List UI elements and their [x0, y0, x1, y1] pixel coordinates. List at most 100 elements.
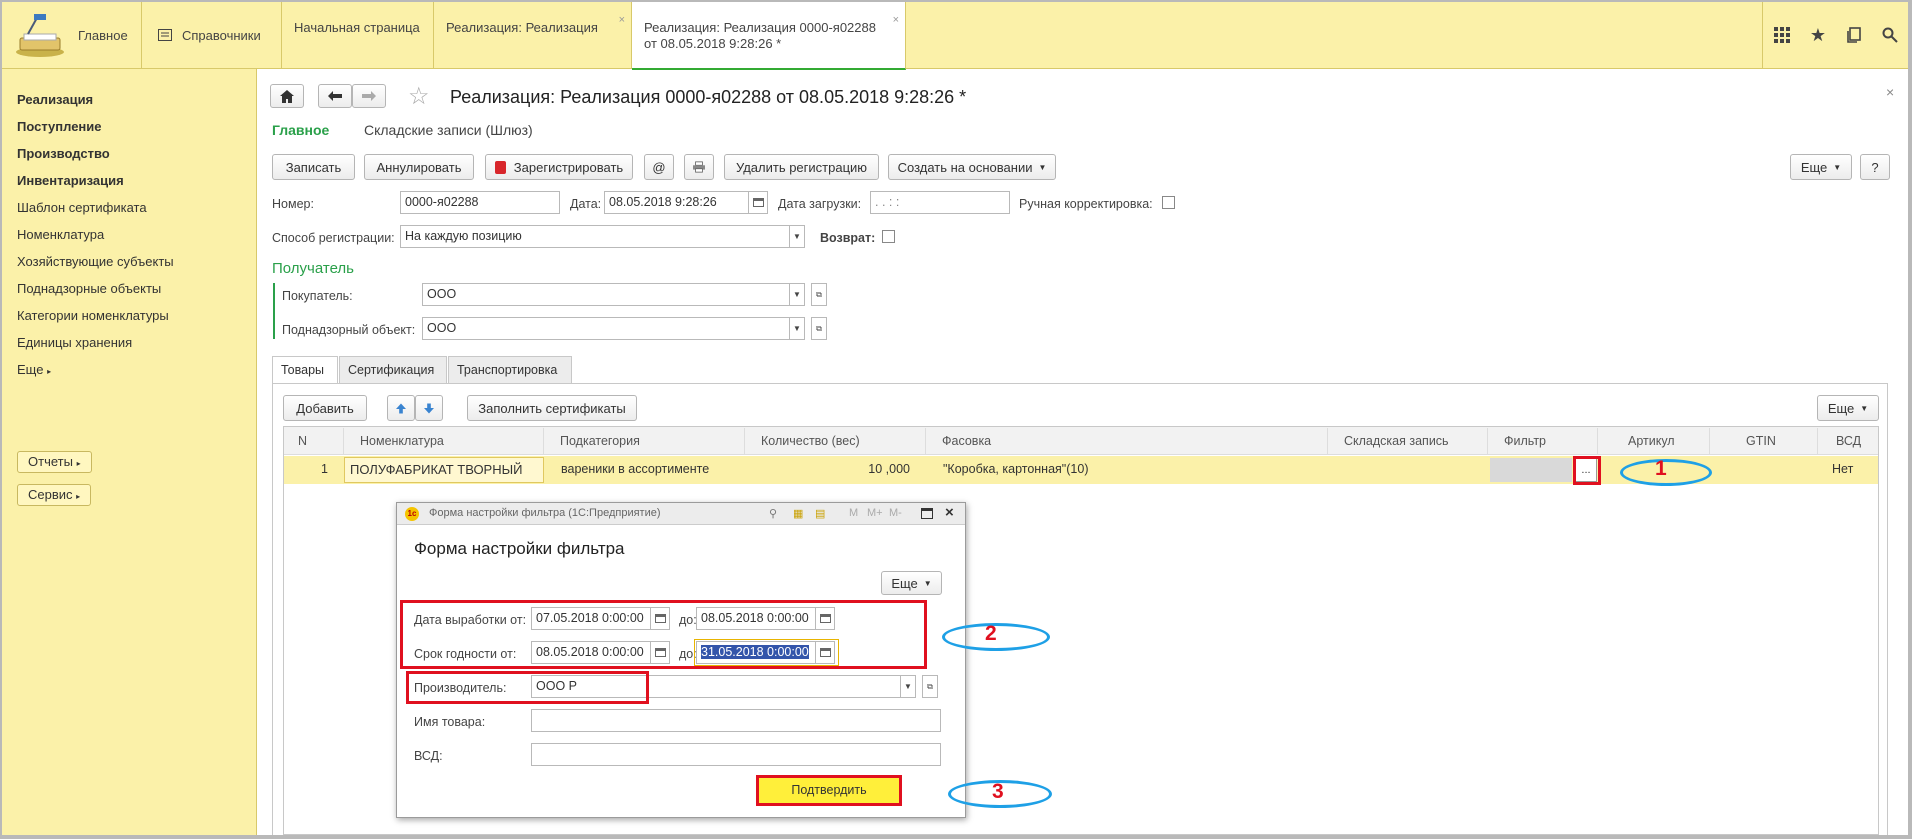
- number-input[interactable]: 0000-я02288: [400, 191, 560, 214]
- sidebar-item-receipts[interactable]: Поступление: [17, 119, 102, 134]
- sidebar-item-production[interactable]: Производство: [17, 146, 110, 161]
- sidebar-item-supervised-objects[interactable]: Поднадзорные объекты: [17, 281, 161, 296]
- column-header-nomenclature[interactable]: Номенклатура: [344, 428, 544, 454]
- service-button[interactable]: Сервис ▸: [17, 484, 92, 506]
- star-icon[interactable]: ★: [1800, 2, 1836, 68]
- supervised-object-input[interactable]: ООО: [422, 317, 790, 340]
- sidebar-item-nomenclature-categories[interactable]: Категории номенклатуры: [17, 308, 169, 323]
- column-header-article[interactable]: Артикул: [1598, 428, 1710, 454]
- memory-minus-icon[interactable]: M-: [889, 507, 902, 519]
- move-down-button[interactable]: [415, 395, 443, 421]
- help-button[interactable]: ?: [1860, 154, 1890, 180]
- email-button[interactable]: @: [644, 154, 674, 180]
- tab-sales-list[interactable]: Реализация: Реализация ×: [434, 2, 632, 68]
- subcategory-cell[interactable]: вареники в ассортименте: [555, 456, 745, 483]
- back-button[interactable]: [318, 84, 352, 108]
- register-button-label: Зарегистрировать: [513, 159, 624, 175]
- section-catalogs-label: Справочники: [182, 27, 261, 43]
- sidebar-item-cert-template[interactable]: Шаблон сертификата: [17, 200, 147, 215]
- register-button[interactable]: Зарегистрировать: [485, 154, 633, 180]
- nomenclature-cell[interactable]: ПОЛУФАБРИКАТ ТВОРНЫЙ: [344, 456, 544, 483]
- forward-button[interactable]: [352, 84, 386, 108]
- tab-transportation[interactable]: Транспортировка: [448, 356, 572, 384]
- column-header-subcategory[interactable]: Подкатегория: [544, 428, 745, 454]
- annotation-box-confirm: [756, 775, 902, 806]
- annul-button[interactable]: Аннулировать: [364, 154, 474, 180]
- history-icon[interactable]: [1836, 2, 1872, 68]
- sidebar-item-nomenclature[interactable]: Номенклатура: [17, 227, 104, 242]
- memory-plus-icon[interactable]: M+: [867, 507, 883, 519]
- sidebar-item-business-entities[interactable]: Хозяйствующие субъекты: [17, 254, 174, 269]
- open-icon[interactable]: ⧉: [811, 283, 827, 306]
- reports-button[interactable]: Отчеты ▸: [17, 451, 92, 473]
- close-icon[interactable]: ×: [945, 504, 954, 521]
- date-input[interactable]: 08.05.2018 9:28:26: [604, 191, 749, 214]
- column-header-n[interactable]: N: [284, 428, 344, 454]
- close-icon[interactable]: ×: [619, 12, 625, 28]
- create-based-on-button[interactable]: Создать на основании ▼: [888, 154, 1056, 180]
- packing-cell[interactable]: "Коробка, картонная"(10): [937, 456, 1327, 483]
- delete-registration-button[interactable]: Удалить регистрацию: [724, 154, 879, 180]
- column-header-gtin[interactable]: GTIN: [1710, 428, 1818, 454]
- open-icon[interactable]: ⧉: [922, 675, 938, 698]
- sidebar-item-inventory[interactable]: Инвентаризация: [17, 173, 124, 188]
- quantity-cell[interactable]: 10 ,000: [745, 456, 910, 483]
- registration-method-select[interactable]: На каждую позицию: [400, 225, 790, 248]
- dialog-more-button[interactable]: Еще ▼: [881, 571, 942, 595]
- filter-settings-dialog: 1c Форма настройки фильтра (1С:Предприят…: [396, 502, 966, 818]
- product-name-input[interactable]: [531, 709, 941, 732]
- open-icon[interactable]: ⧉: [811, 317, 827, 340]
- subnav-warehouse-records[interactable]: Складские записи (Шлюз): [364, 122, 533, 138]
- add-button[interactable]: Добавить: [283, 395, 367, 421]
- search-icon[interactable]: [1872, 2, 1908, 68]
- subnav-main[interactable]: Главное: [272, 122, 329, 138]
- tab-sales-document[interactable]: Реализация: Реализация 0000-я02288 от 08…: [632, 2, 906, 70]
- chevron-down-icon[interactable]: ▼: [789, 283, 805, 306]
- column-header-warehouse-record[interactable]: Складская запись: [1328, 428, 1488, 454]
- write-button[interactable]: Записать: [272, 154, 355, 180]
- warehouse-record-cell[interactable]: [1328, 456, 1488, 483]
- chevron-down-icon[interactable]: ▼: [789, 317, 805, 340]
- maximize-icon[interactable]: [921, 508, 933, 519]
- sidebar-item-storage-units[interactable]: Единицы хранения: [17, 335, 132, 350]
- gtin-cell[interactable]: [1710, 456, 1818, 483]
- home-button[interactable]: [270, 84, 304, 108]
- dialog-calendar-icon[interactable]: ▤: [815, 507, 825, 520]
- tab-goods[interactable]: Товары: [272, 356, 338, 384]
- vsd-cell[interactable]: Нет: [1826, 456, 1876, 483]
- vsd-input[interactable]: [531, 743, 941, 766]
- section-main[interactable]: Главное: [2, 2, 142, 68]
- move-up-button[interactable]: [387, 395, 415, 421]
- manual-correction-label: Ручная корректировка:: [1019, 197, 1153, 211]
- apps-grid-icon[interactable]: [1764, 2, 1800, 68]
- buyer-input[interactable]: ООО: [422, 283, 790, 306]
- table-more-button[interactable]: Еще ▼: [1817, 395, 1879, 421]
- tab-start-page-label: Начальная страница: [294, 20, 420, 35]
- app-window: Главное Справочники Начальная страница Р…: [2, 2, 1908, 835]
- close-icon[interactable]: ×: [893, 12, 899, 28]
- sidebar-item-more[interactable]: Еще ▸: [17, 362, 51, 377]
- tab-certification[interactable]: Сертификация: [339, 356, 447, 384]
- manual-correction-checkbox[interactable]: [1162, 196, 1175, 209]
- chevron-down-icon[interactable]: ▼: [900, 675, 916, 698]
- column-header-packing[interactable]: Фасовка: [926, 428, 1328, 454]
- chevron-down-icon[interactable]: ▼: [789, 225, 805, 248]
- dialog-link-icon[interactable]: ⚲: [769, 507, 777, 520]
- dialog-calc-icon[interactable]: ▦: [793, 507, 803, 520]
- tab-start-page[interactable]: Начальная страница: [282, 2, 434, 68]
- close-icon[interactable]: ×: [1886, 84, 1894, 100]
- load-date-input[interactable]: . . : :: [870, 191, 1010, 214]
- column-header-filter[interactable]: Фильтр: [1488, 428, 1598, 454]
- print-button[interactable]: [684, 154, 714, 180]
- favorite-star-icon[interactable]: ☆: [408, 82, 430, 111]
- section-catalogs[interactable]: Справочники: [142, 2, 282, 68]
- memory-icon[interactable]: M: [849, 507, 858, 519]
- sidebar-item-sales[interactable]: Реализация: [17, 92, 93, 107]
- fill-certificates-button[interactable]: Заполнить сертификаты: [467, 395, 637, 421]
- column-header-quantity[interactable]: Количество (вес): [745, 428, 926, 454]
- calendar-icon[interactable]: [748, 191, 768, 214]
- caret-right-icon: ▸: [76, 459, 81, 468]
- more-button[interactable]: Еще ▼: [1790, 154, 1852, 180]
- column-header-vsd[interactable]: ВСД: [1818, 428, 1878, 454]
- return-checkbox[interactable]: [882, 230, 895, 243]
